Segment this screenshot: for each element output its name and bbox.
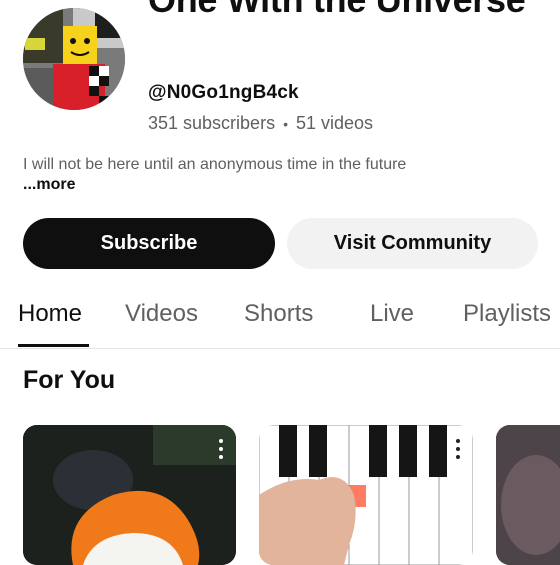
video-card[interactable] [259, 425, 473, 565]
channel-tabs: Home Videos Shorts Live Playlists [0, 288, 560, 349]
more-vertical-icon[interactable] [218, 439, 224, 459]
tab-live[interactable]: Live [370, 300, 414, 328]
channel-title: One With the Universe [148, 0, 548, 22]
active-tab-indicator [18, 344, 89, 347]
tab-videos[interactable]: Videos [125, 300, 198, 328]
channel-avatar[interactable] [23, 8, 125, 110]
more-link[interactable]: ...more [23, 176, 75, 193]
tab-playlists[interactable]: Playlists [463, 300, 551, 328]
channel-handle: @N0Go1ngB4ck [148, 82, 299, 103]
subscribe-button[interactable]: Subscribe [23, 218, 275, 269]
video-thumbnail [259, 425, 473, 565]
video-thumbnail [23, 425, 236, 565]
video-count: 51 videos [295, 113, 374, 133]
stats-separator: • [283, 115, 288, 132]
channel-description[interactable]: I will not be here until an anonymous ti… [23, 155, 443, 195]
video-card[interactable] [23, 425, 236, 565]
tab-home[interactable]: Home [18, 300, 82, 328]
description-text: I will not be here until an anonymous ti… [23, 156, 407, 173]
video-thumbnail [496, 425, 560, 565]
channel-stats: 351 subscribers • 51 videos [148, 113, 373, 134]
visit-community-button[interactable]: Visit Community [287, 218, 538, 269]
section-title: For You [23, 366, 116, 394]
tab-shorts[interactable]: Shorts [244, 300, 313, 328]
more-vertical-icon[interactable] [455, 439, 461, 459]
subscriber-count: 351 subscribers [148, 113, 276, 133]
video-card[interactable] [496, 425, 560, 565]
avatar-image [23, 8, 125, 110]
